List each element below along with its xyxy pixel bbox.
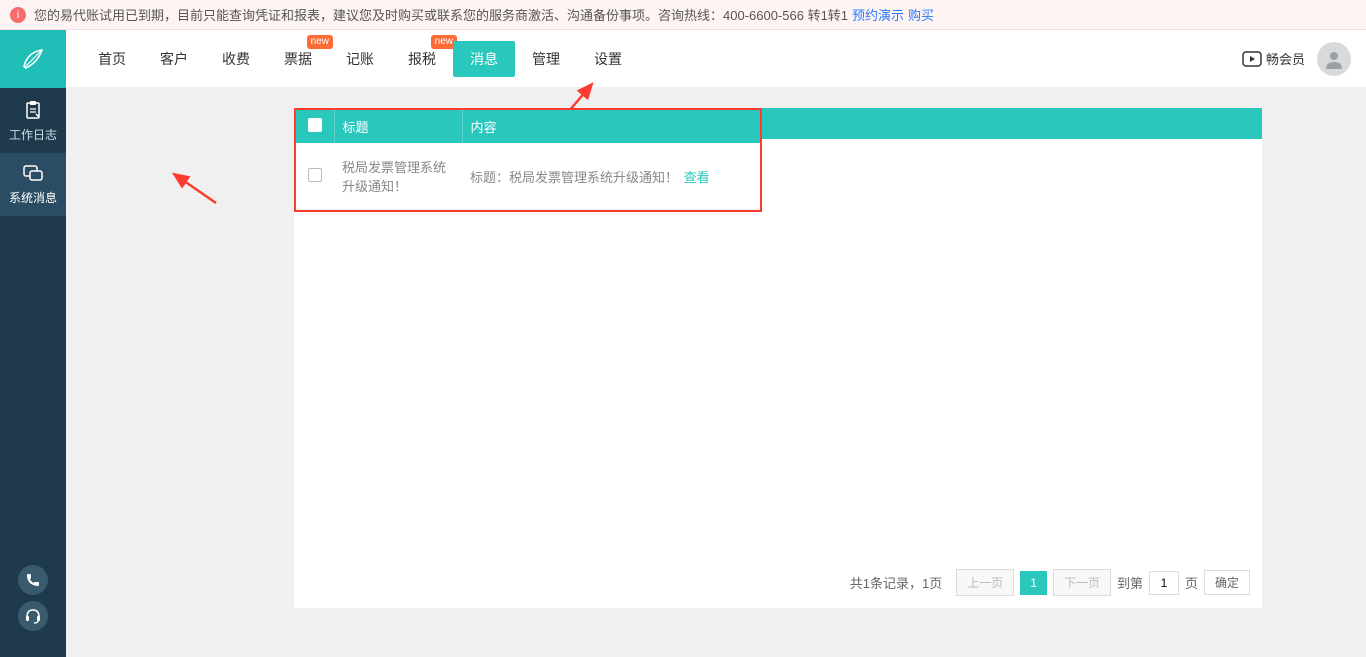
prev-page-button[interactable]: 上一页 [956, 569, 1014, 596]
row-content-text: 标题：税局发票管理系统升级通知！ [470, 170, 678, 185]
header-checkbox-cell [296, 110, 334, 143]
row-title: 税局发票管理系统升级通知！ [334, 143, 462, 210]
sidebar-label-worklog: 工作日志 [9, 128, 57, 142]
sidebar-label-sysmsg: 系统消息 [9, 191, 57, 205]
nav-fee-label: 收费 [222, 51, 250, 67]
sidebar-item-worklog[interactable]: 工作日志 [0, 88, 66, 153]
next-page-button[interactable]: 下一页 [1053, 569, 1111, 596]
video-icon [1242, 51, 1262, 67]
nav-tax-label: 报税 [408, 51, 436, 67]
row-content: 标题：税局发票管理系统升级通知！ 查看 [462, 143, 760, 210]
sidebar-item-sysmsg[interactable]: 系统消息 [0, 153, 66, 216]
pagination: 共1条记录，1页 上一页 1 下一页 到第 页 确定 [850, 569, 1250, 596]
nav-tax[interactable]: 报税 new [391, 41, 453, 77]
nav-customer[interactable]: 客户 [143, 41, 205, 77]
page-1-button[interactable]: 1 [1020, 571, 1047, 595]
support-button[interactable] [18, 601, 48, 631]
nav-settings-label: 设置 [594, 51, 622, 67]
user-avatar[interactable] [1317, 42, 1351, 76]
chat-icon [23, 165, 43, 183]
leaf-icon [18, 44, 48, 74]
nav-account[interactable]: 记账 [329, 41, 391, 77]
headset-icon [24, 607, 42, 625]
content-card: 标题 内容 税局发票管理系统升级通知！ [294, 108, 1262, 608]
page-info: 共1条记录，1页 [850, 573, 942, 592]
content-area: 标题 内容 税局发票管理系统升级通知！ [66, 88, 1366, 657]
table-row: 税局发票管理系统升级通知！ 标题：税局发票管理系统升级通知！ 查看 [296, 143, 760, 210]
sidebar-bottom [0, 559, 66, 657]
phone-button[interactable] [18, 565, 48, 595]
page-input[interactable] [1149, 571, 1179, 595]
nav-message-label: 消息 [470, 51, 498, 67]
demo-link[interactable]: 预约演示 [852, 5, 904, 24]
nav-message[interactable]: 消息 [453, 41, 515, 77]
nav-manage[interactable]: 管理 [515, 41, 577, 77]
info-icon: i [10, 7, 26, 23]
select-all-checkbox[interactable] [308, 118, 322, 132]
goto-suffix: 页 [1185, 573, 1198, 592]
sidebar: 工作日志 系统消息 [0, 30, 66, 657]
goto-confirm-button[interactable]: 确定 [1204, 570, 1250, 595]
header-title: 标题 [334, 110, 462, 143]
nav-fee[interactable]: 收费 [205, 41, 267, 77]
top-nav: 首页 客户 收费 票据 new 记账 报税 new 消息 管理 设置 [66, 30, 1366, 88]
header-content: 内容 [462, 110, 760, 143]
buy-link[interactable]: 购买 [908, 5, 934, 24]
nav-home-label: 首页 [98, 51, 126, 67]
highlighted-table-region: 标题 内容 税局发票管理系统升级通知！ [294, 108, 762, 212]
member-link[interactable]: 畅会员 [1242, 49, 1305, 68]
message-table: 标题 内容 税局发票管理系统升级通知！ [296, 110, 760, 210]
nav-customer-label: 客户 [160, 51, 188, 67]
phone-icon [25, 572, 41, 588]
nav-manage-label: 管理 [532, 51, 560, 67]
app-logo[interactable] [0, 30, 66, 88]
row-checkbox-cell [296, 143, 334, 210]
goto-prefix: 到第 [1117, 573, 1143, 592]
view-link[interactable]: 查看 [684, 170, 710, 185]
table-header-extension [762, 108, 1262, 139]
nav-settings[interactable]: 设置 [577, 41, 639, 77]
user-icon [1323, 48, 1345, 70]
nav-bill[interactable]: 票据 new [267, 41, 329, 77]
clipboard-icon [23, 100, 43, 120]
nav-account-label: 记账 [346, 51, 374, 67]
nav-bill-label: 票据 [284, 51, 312, 67]
annotation-arrow-icon [166, 168, 226, 208]
row-checkbox[interactable] [308, 168, 322, 182]
nav-home[interactable]: 首页 [81, 41, 143, 77]
trial-expired-banner: i 您的易代账试用已到期，目前只能查询凭证和报表，建议您及时购买或联系您的服务商… [0, 0, 1366, 30]
banner-text: 您的易代账试用已到期，目前只能查询凭证和报表，建议您及时购买或联系您的服务商激活… [34, 5, 848, 24]
member-label: 畅会员 [1266, 49, 1305, 68]
